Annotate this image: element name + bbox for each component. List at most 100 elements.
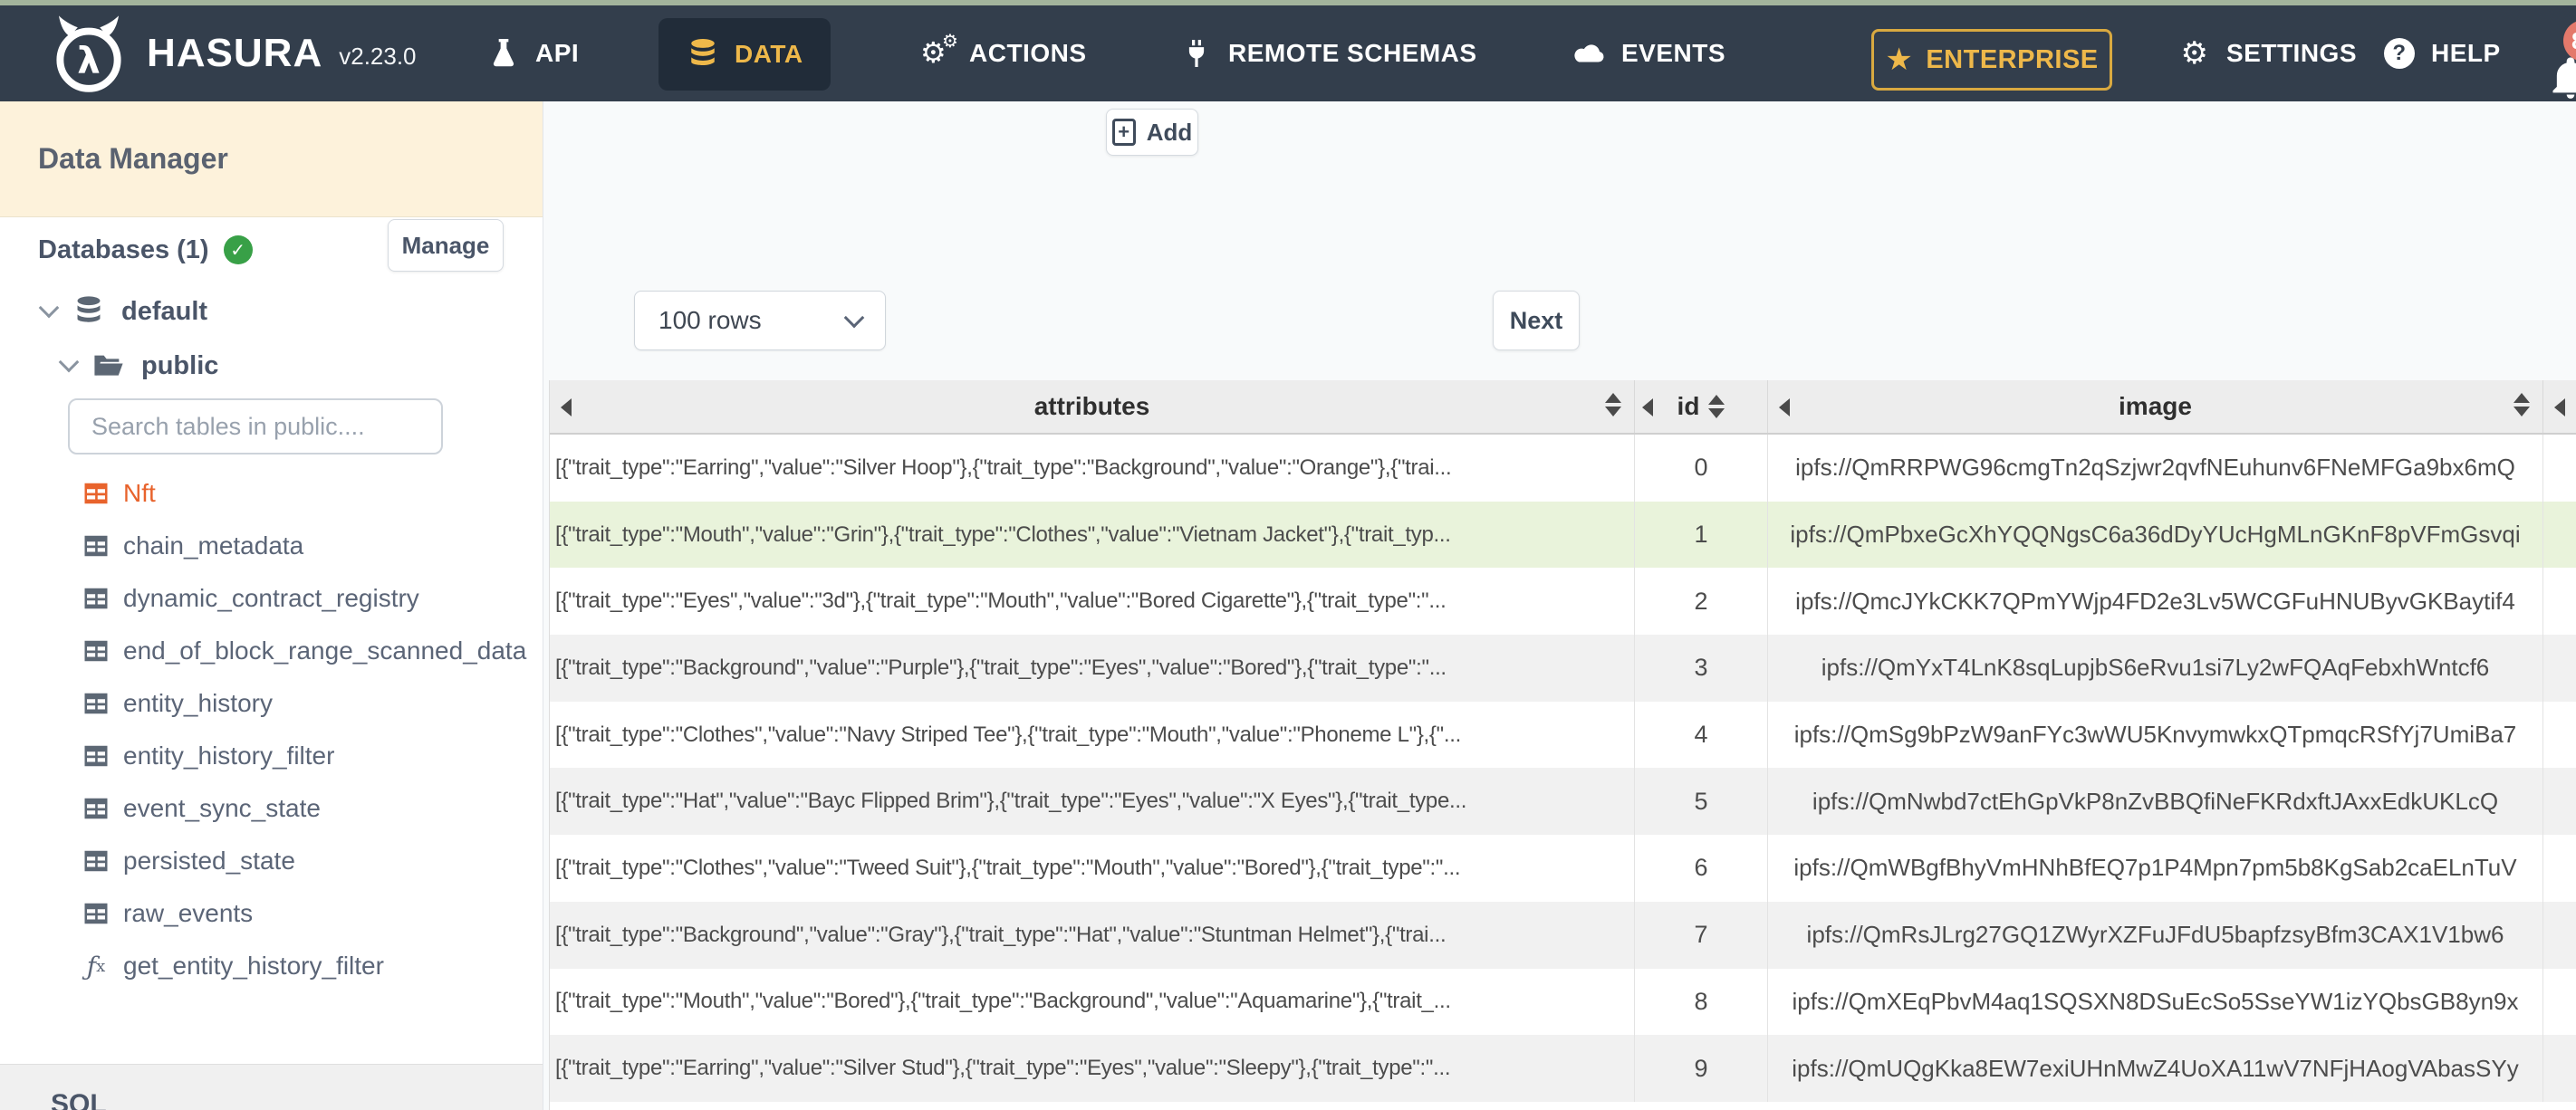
sidebar-table-item[interactable]: event_sync_state — [0, 782, 543, 835]
table-icon — [82, 742, 111, 770]
table-row[interactable]: [{"trait_type":"Earring","value":"Silver… — [550, 435, 2576, 502]
table-icon — [82, 899, 111, 928]
nav-item-actions[interactable]: ⚙ ⚙ ACTIONS — [920, 5, 1087, 101]
cell-image[interactable]: ipfs://QmRRPWG96cmgTn2qSzjwr2qvfNEuhunv6… — [1767, 435, 2542, 502]
cell-id[interactable]: 5 — [1634, 768, 1767, 836]
cell-next-clipped[interactable] — [2542, 901, 2576, 969]
table-row[interactable]: [{"trait_type":"Clothes","value":"Navy S… — [550, 701, 2576, 769]
cell-attributes[interactable]: [{"trait_type":"Mouth","value":"Bored"},… — [550, 969, 1634, 1036]
cell-next-clipped[interactable] — [2542, 501, 2576, 569]
add-row-button[interactable]: + Add — [1106, 109, 1198, 156]
nav-item-data[interactable]: DATA — [658, 18, 831, 91]
cell-next-clipped[interactable] — [2542, 968, 2576, 1036]
table-row[interactable]: [{"trait_type":"Hat","value":"Bayc Flipp… — [550, 768, 2576, 836]
table-row[interactable]: [{"trait_type":"Background","value":"Gra… — [550, 901, 2576, 969]
collapse-column-icon[interactable] — [561, 398, 572, 416]
table-row[interactable]: [{"trait_type":"Eyes","value":"3d"},{"tr… — [550, 568, 2576, 636]
cell-image[interactable]: ipfs://QmNwbd7ctEhGpVkP8nZvBBQfiNeFKRdxf… — [1767, 768, 2542, 836]
sidebar-table-item[interactable]: persisted_state — [0, 835, 543, 887]
nav-item-help[interactable]: ? HELP — [2382, 5, 2501, 101]
cell-id[interactable]: 1 — [1634, 501, 1767, 569]
tree-node-schema[interactable]: public — [58, 344, 218, 388]
nav-item-label: ACTIONS — [969, 39, 1087, 67]
cell-image[interactable]: ipfs://QmSg9bPzW9anFYc3wWU5KnvymwkxQTpmq… — [1767, 701, 2542, 769]
brand[interactable]: λ HASURA v2.23.0 — [47, 5, 417, 101]
cell-id[interactable]: 9 — [1634, 1035, 1767, 1102]
cell-image[interactable]: ipfs://QmXEqPbvM4aq1SQSXN8DSuEcSo5SseYW1… — [1767, 968, 2542, 1036]
nav-item-events[interactable]: EVENTS — [1572, 5, 1725, 101]
chevron-down-icon[interactable] — [58, 351, 80, 373]
cell-next-clipped[interactable] — [2542, 635, 2576, 702]
sort-icon[interactable] — [1605, 393, 1621, 416]
rows-per-page-select[interactable]: 100 rows — [634, 291, 886, 350]
collapse-column-icon[interactable] — [2554, 398, 2565, 416]
cell-next-clipped[interactable] — [2542, 435, 2576, 502]
nav-item-api[interactable]: API — [486, 5, 579, 101]
cell-id[interactable]: 0 — [1634, 435, 1767, 502]
cell-id[interactable]: 6 — [1634, 835, 1767, 902]
cell-attributes[interactable]: [{"trait_type":"Clothes","value":"Navy S… — [550, 702, 1634, 769]
manage-button[interactable]: Manage — [388, 219, 504, 272]
collapse-column-icon[interactable] — [1779, 398, 1790, 416]
table-row[interactable]: [{"trait_type":"Clothes","value":"Tweed … — [550, 835, 2576, 902]
cell-next-clipped[interactable] — [2542, 768, 2576, 836]
sidebar-table-item[interactable]: raw_events — [0, 887, 543, 940]
cell-next-clipped[interactable] — [2542, 701, 2576, 769]
version-label: v2.23.0 — [339, 42, 417, 70]
column-header-image[interactable]: image — [1767, 380, 2542, 433]
cell-id[interactable]: 2 — [1634, 568, 1767, 636]
sidebar-table-item[interactable]: end_of_block_range_scanned_data — [0, 625, 543, 677]
cell-id[interactable]: 4 — [1634, 701, 1767, 769]
sort-icon[interactable] — [1708, 395, 1725, 418]
table-icon — [82, 847, 111, 876]
cell-image[interactable]: ipfs://QmUQgKka8EW7exiUHnMwZ4UoXA11wV7NF… — [1767, 1035, 2542, 1102]
cell-attributes[interactable]: [{"trait_type":"Hat","value":"Bayc Flipp… — [550, 768, 1634, 835]
collapse-column-icon[interactable] — [1642, 398, 1653, 416]
column-header-id[interactable]: id — [1634, 380, 1767, 433]
cell-image[interactable]: ipfs://QmcJYkCKK7QPmYWjp4FD2e3Lv5WCGFuHN… — [1767, 568, 2542, 636]
main-content: + Add 100 rows Next attributes id image … — [543, 101, 2576, 1110]
cell-attributes[interactable]: [{"trait_type":"Earring","value":"Silver… — [550, 435, 1634, 502]
cell-id[interactable]: 3 — [1634, 635, 1767, 702]
nav-item-label: EVENTS — [1621, 39, 1726, 67]
sort-icon[interactable] — [2514, 393, 2530, 416]
notifications-bell[interactable] — [2547, 53, 2576, 101]
sidebar-table-item[interactable]: ƒ x get_entity_history_filter — [0, 940, 543, 992]
cell-attributes[interactable]: [{"trait_type":"Background","value":"Gra… — [550, 902, 1634, 969]
chevron-down-icon[interactable] — [38, 297, 60, 319]
rows-per-page-value: 100 rows — [658, 306, 762, 334]
cell-image[interactable]: ipfs://QmRsJLrg27GQ1ZWyrXZFuJFdU5bapfzsy… — [1767, 901, 2542, 969]
cell-attributes[interactable]: [{"trait_type":"Clothes","value":"Tweed … — [550, 835, 1634, 902]
cell-attributes[interactable]: [{"trait_type":"Eyes","value":"3d"},{"tr… — [550, 568, 1634, 635]
sql-section-label[interactable]: SQL — [51, 1089, 107, 1110]
data-table: attributes id image [{"trait_type":"Earr… — [549, 380, 2576, 1110]
cell-attributes[interactable]: [{"trait_type":"Earring","value":"Silver… — [550, 1035, 1634, 1102]
sidebar-table-item[interactable]: dynamic_contract_registry — [0, 572, 543, 625]
column-header-attributes[interactable]: attributes — [550, 380, 1634, 433]
enterprise-button[interactable]: ★ ENTERPRISE — [1871, 29, 2112, 91]
sidebar-table-item[interactable]: chain_metadata — [0, 520, 543, 572]
sidebar-table-item[interactable]: entity_history — [0, 677, 543, 730]
nav-item-remote-schemas[interactable]: REMOTE SCHEMAS — [1179, 5, 1477, 101]
cell-next-clipped[interactable] — [2542, 568, 2576, 636]
cell-attributes[interactable]: [{"trait_type":"Background","value":"Pur… — [550, 635, 1634, 702]
cell-image[interactable]: ipfs://QmYxT4LnK8sqLupjbS6eRvu1si7Ly2wFQ… — [1767, 635, 2542, 702]
table-row[interactable]: [{"trait_type":"Mouth","value":"Bored"},… — [550, 968, 2576, 1036]
cell-image[interactable]: ipfs://QmWBgfBhyVmHNhBfEQ7p1P4Mpn7pm5b8K… — [1767, 835, 2542, 902]
table-row[interactable]: [{"trait_type":"Earring","value":"Silver… — [550, 1035, 2576, 1102]
table-row[interactable]: [{"trait_type":"Background","value":"Pur… — [550, 635, 2576, 702]
sidebar-table-item[interactable]: entity_history_filter — [0, 730, 543, 782]
cell-image[interactable]: ipfs://QmPbxeGcXhYQQNgsC6a36dDyYUcHgMLnG… — [1767, 501, 2542, 569]
next-page-button[interactable]: Next — [1493, 291, 1580, 350]
cell-id[interactable]: 8 — [1634, 968, 1767, 1036]
cell-next-clipped[interactable] — [2542, 1035, 2576, 1102]
tree-node-database[interactable]: default — [38, 290, 207, 333]
nav-item-settings[interactable]: ⚙ SETTINGS — [2177, 5, 2357, 101]
sidebar-table-item[interactable]: Nft — [0, 467, 543, 520]
search-input[interactable] — [68, 398, 443, 455]
table-row[interactable]: [{"trait_type":"Mouth","value":"Grin"},{… — [550, 501, 2576, 569]
cell-attributes[interactable]: [{"trait_type":"Mouth","value":"Grin"},{… — [550, 502, 1634, 569]
help-icon: ? — [2382, 36, 2417, 71]
cell-id[interactable]: 7 — [1634, 901, 1767, 969]
cell-next-clipped[interactable] — [2542, 835, 2576, 902]
